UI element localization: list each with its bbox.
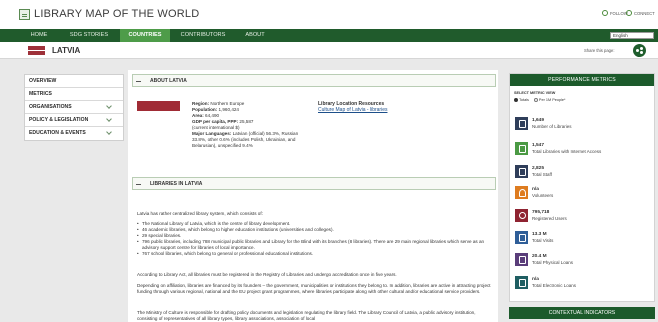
main-nav: HOME SDG STORIES COUNTRIES CONTRIBUTORS … [0, 29, 658, 42]
metric-value: 795,718 [532, 210, 550, 215]
connect-icon [626, 10, 632, 16]
sidebar-item-label: POLICY & LEGISLATION [29, 117, 89, 123]
share-label: Share this page: [584, 48, 615, 53]
ebook-icon [515, 276, 528, 289]
sidebar-item-label: EDUCATION & EVENTS [29, 130, 86, 136]
collapse-icon [136, 81, 141, 82]
metric-label: Total Physical Loans [532, 260, 574, 265]
metric-item: 1,649 Number of Libraries [515, 116, 653, 136]
sidebar-item-overview[interactable]: OVERVIEW [25, 75, 123, 88]
connect-label: CONNECT [634, 10, 655, 16]
metric-item: 2,825 Total Staff [515, 164, 653, 184]
metric-value: n/a [532, 187, 539, 192]
metric-item: 1,547 Total Libraries with Internet Acce… [515, 141, 653, 161]
libraries-paragraph: According to Library Act, all libraries … [137, 272, 397, 277]
metric-value: 1,649 [532, 118, 545, 123]
chevron-down-icon [106, 129, 112, 135]
follow-icon [602, 10, 608, 16]
sidebar-item-education-events[interactable]: EDUCATION & EVENTS [25, 127, 123, 140]
nav-home[interactable]: HOME [22, 29, 56, 42]
metric-label: Number of Libraries [532, 124, 572, 129]
list-item: 767 school libraries, which belong to ge… [137, 251, 487, 257]
country-sidebar: OVERVIEW METRICS ORGANISATIONS POLICY & … [24, 74, 124, 141]
gdp-note: (current international $) [192, 125, 240, 130]
metric-item: n/a Volunteers [515, 185, 653, 205]
area-value: 64,490 [205, 113, 220, 118]
library-system-list: The National Library of Latvia, which is… [137, 221, 487, 257]
metric-item: 20.4 M Total Physical Loans [515, 252, 653, 272]
visits-icon [515, 231, 528, 244]
main-content: ABOUT LATVIA Region: Northern Europe Pop… [128, 70, 498, 322]
radio-totals[interactable] [514, 98, 518, 102]
metric-label: Registered Users [532, 216, 567, 221]
metric-label: Total Electronic Loans [532, 283, 577, 288]
radio-per-million[interactable] [533, 98, 538, 102]
nav-about[interactable]: ABOUT [238, 29, 272, 42]
language-select[interactable]: English [610, 32, 654, 39]
population-value: 1,960,424 [218, 107, 239, 112]
metric-view-label: SELECT METRIC VIEW [514, 91, 556, 95]
section-title: LIBRARIES IN LATVIA [150, 181, 203, 187]
radio-label: Per 1M People* [538, 98, 566, 102]
list-item: 796 public libraries, including 788 muni… [137, 239, 487, 251]
nav-sdg-stories[interactable]: SDG STORIES [62, 29, 116, 42]
metric-item: n/a Total Electronic Loans [515, 275, 653, 295]
nav-contributors[interactable]: CONTRIBUTORS [174, 29, 232, 42]
metric-label: Total Staff [532, 172, 552, 177]
country-flag-icon [28, 46, 45, 55]
country-facts: Region: Northern Europe Population: 1,96… [192, 101, 299, 148]
user-icon [515, 209, 528, 222]
about-section-header[interactable]: ABOUT LATVIA [132, 74, 496, 87]
metric-label: Volunteers [532, 193, 554, 198]
libraries-paragraph: The Ministry of Culture is responsible f… [137, 310, 476, 321]
sidebar-item-policy-legislation[interactable]: POLICY & LEGISLATION [25, 114, 123, 127]
performance-metrics-panel: PERFORMANCE METRICS SELECT METRIC VIEW T… [509, 73, 655, 302]
radio-label: Totals [519, 98, 529, 102]
collapse-icon [136, 184, 141, 185]
metric-value: 20.4 M [532, 254, 547, 259]
sidebar-item-label: ORGANISATIONS [29, 104, 72, 110]
metric-value: 1,547 [532, 143, 545, 148]
connect-link[interactable]: CONNECT [626, 10, 655, 16]
chevron-down-icon [106, 116, 112, 122]
staff-icon [515, 165, 528, 178]
library-icon [515, 117, 528, 130]
country-bar: LATVIA Share this page: [0, 42, 658, 59]
metric-label: Total Libraries with Internet Access [532, 149, 602, 154]
site-title[interactable]: LIBRARY MAP OF THE WORLD [34, 8, 199, 20]
volunteer-icon [515, 186, 528, 199]
panel-title: PERFORMANCE METRICS [510, 74, 654, 86]
libraries-section-header[interactable]: LIBRARIES IN LATVIA [132, 177, 496, 190]
gdp-value: 25,587 [239, 119, 254, 124]
metric-value: n/a [532, 277, 539, 282]
share-icon[interactable] [633, 44, 646, 57]
library-location-resources: Library Location Resources Culture Map o… [318, 101, 387, 113]
site-logo-icon[interactable] [19, 9, 30, 20]
libraries-paragraph: Depending on affiliation, libraries are … [137, 283, 491, 294]
metric-item: 13.3 M Total Visits [515, 230, 653, 250]
computer-icon [515, 142, 528, 155]
sidebar-item-metrics[interactable]: METRICS [25, 88, 123, 101]
site-header: LIBRARY MAP OF THE WORLD FOLLOW CONNECT [0, 0, 658, 29]
country-name: LATVIA [52, 46, 81, 55]
section-title: ABOUT LATVIA [150, 78, 187, 84]
region-value: Northern Europe [210, 101, 245, 106]
metric-value: 13.3 M [532, 232, 547, 237]
sidebar-item-organisations[interactable]: ORGANISATIONS [25, 101, 123, 114]
culture-map-link[interactable]: Culture Map of Latvia - libraries [318, 107, 387, 113]
metric-value: 2,825 [532, 166, 545, 171]
book-icon [515, 253, 528, 266]
country-flag-icon [137, 101, 180, 111]
follow-link[interactable]: FOLLOW [602, 10, 628, 16]
contextual-indicators-header[interactable]: CONTEXTUAL INDICATORS [509, 307, 655, 319]
chevron-down-icon [106, 103, 112, 109]
libraries-intro: Latvia has rather centralized library sy… [137, 211, 263, 216]
metric-view-options: Totals Per 1M People* [514, 98, 566, 102]
nav-countries[interactable]: COUNTRIES [120, 29, 170, 42]
metric-item: 795,718 Registered Users [515, 208, 653, 228]
metric-label: Total Visits [532, 238, 554, 243]
